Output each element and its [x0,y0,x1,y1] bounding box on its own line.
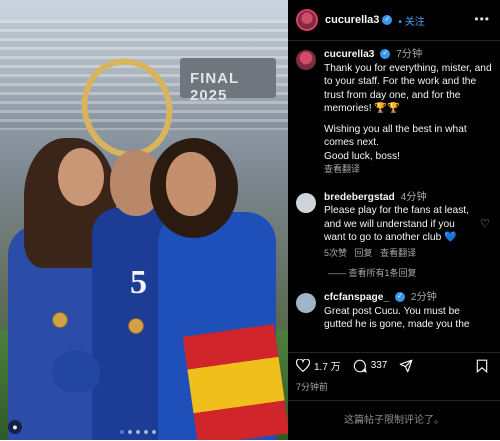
avatar[interactable] [296,293,316,313]
carousel-dots [120,430,156,434]
comments-restricted-notice: 这篇帖子限制评论了。 [288,400,500,441]
shirt-number: 5 [130,264,147,301]
comment-likes[interactable]: 5次赞 [324,248,347,258]
heart-icon [296,359,310,372]
comments-panel: cucurella3 ✓ • 关注 ••• cucurella3 ✓ 7分钟 T… [288,0,500,440]
avatar[interactable] [296,50,316,70]
like-button[interactable]: 1.7 万 [296,358,341,373]
medal-icon [52,312,68,328]
share-button[interactable] [399,359,417,373]
verified-icon: ✓ [382,15,393,25]
translate-link[interactable]: 查看翻译 [380,248,416,258]
carousel-dot-active [120,430,124,434]
comment-line: Great post Cucu. You must be [324,305,460,317]
bookmark-icon [476,359,488,374]
verified-icon: ✓ [380,49,391,60]
more-options-icon[interactable]: ••• [474,12,490,26]
avatar[interactable] [296,9,318,31]
post-photo[interactable]: FINAL 2025 5 ● [0,0,288,440]
comment-line: Please play for the fans at least, [324,205,469,216]
replies-line-icon: —— [328,268,349,278]
comment-time: 4分钟 [400,191,427,203]
reply-button[interactable]: 回复 [355,248,373,258]
caption-line: Wishing you all the best in what [324,123,467,135]
translate-link[interactable]: 查看翻译 [324,163,492,177]
share-icon [399,359,413,372]
comment-button[interactable]: 337 [353,359,388,373]
like-comment-icon[interactable]: ♡ [480,217,490,230]
post-header: cucurella3 ✓ • 关注 ••• [288,0,500,41]
comment-meta: 5次赞 回复 查看翻译 [324,247,492,261]
carousel-dot [152,430,156,434]
comment-line: and we will understand if you [324,218,455,230]
caption-line: memories! [324,103,372,114]
carousel-dot [128,430,132,434]
spain-flag [182,324,288,440]
comment-item: bredebergstad 4分钟 Please play for the fa… [288,191,500,261]
comment-line: gutted he is gone, made you the [324,319,470,330]
comments-count: 337 [370,360,388,371]
comment-line: want to go to another club [324,232,442,243]
carousel-dot [136,430,140,434]
comment-time: 2分钟 [410,292,437,303]
trophy-emoji: 🏆🏆 [374,103,400,114]
view-replies-link[interactable]: —— 查看所有1条回复 [328,266,500,279]
avatar[interactable] [296,192,316,213]
save-button[interactable] [476,359,488,378]
woman-face [58,148,104,206]
comment-icon [353,359,367,373]
carousel-dot [144,430,148,434]
caption-line: comes next. [324,137,379,148]
player-face [166,152,216,216]
comment-item: cfcfanspage_ ✓ 2分钟 Great post Cucu. You … [288,291,500,332]
caption-line: Good luck, boss! [324,150,400,162]
stadium-board: FINAL 2025 [180,58,276,104]
caption-line: Thank you for everything, mister, and [324,62,492,74]
post-time: 7分钟前 [296,382,329,392]
comment-username[interactable]: cfcfanspage_ [324,292,389,303]
medal-icon [128,318,144,334]
follow-label: 关注 [404,16,425,28]
caption-username[interactable]: cucurella3 [324,49,374,60]
instagram-post: FINAL 2025 5 ● cucurella3 ✓ • 关注 ••• cuc… [0,0,500,440]
caption-item: cucurella3 ✓ 7分钟 Thank you for everythin… [288,48,500,177]
verified-icon: ✓ [394,292,405,303]
caption-line: to your staff. For the work and the [324,76,477,87]
action-bar: 1.7 万 337 [288,352,500,378]
follow-button[interactable]: • 关注 [398,13,424,28]
person-icon[interactable]: ● [8,420,22,434]
header-username[interactable]: cucurella3 [325,14,379,26]
comments-list: cucurella3 ✓ 7分钟 Thank you for everythin… [288,48,500,346]
heart-emoji: 💙 [444,232,457,243]
board-text: FINAL 2025 [190,70,239,104]
caption-line: trust from day one, and for the [324,89,461,101]
likes-count: 1.7 万 [314,362,341,373]
comment-username[interactable]: bredebergstad [324,192,395,203]
cap-shape [52,350,100,392]
caption-time: 7分钟 [396,49,423,60]
view-replies-label: 查看所有1条回复 [348,268,417,278]
